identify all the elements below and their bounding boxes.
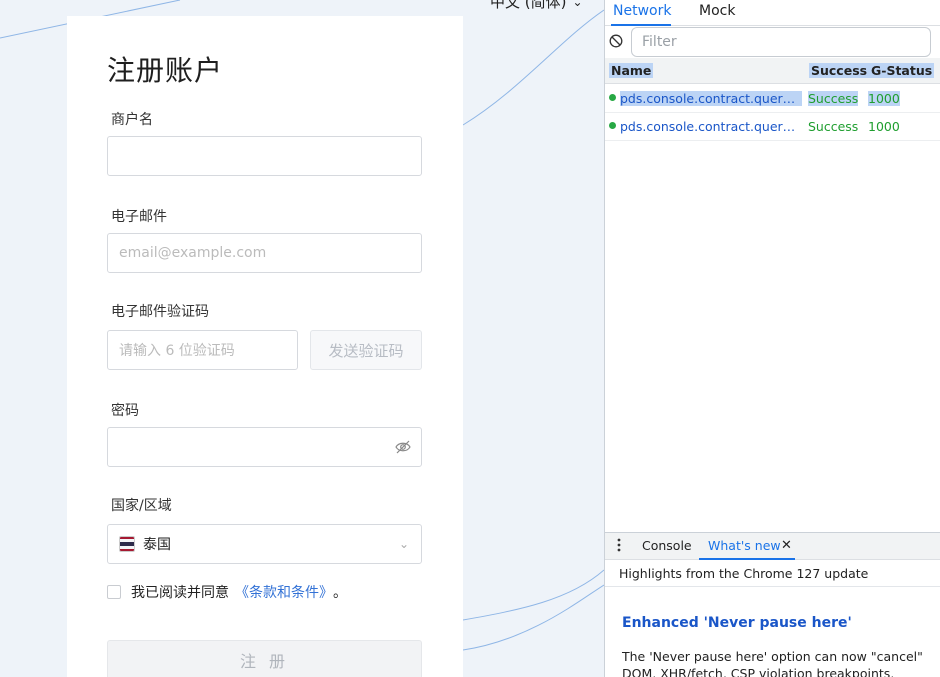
tab-console[interactable]: Console bbox=[642, 538, 692, 553]
request-success: Success bbox=[808, 91, 859, 106]
clear-block-icon[interactable] bbox=[609, 34, 623, 48]
send-code-button[interactable]: 发送验证码 bbox=[310, 330, 422, 370]
highlights-heading: Highlights from the Chrome 127 update bbox=[619, 566, 869, 581]
devtools-panel: Network Mock Filter Name Success G-Statu… bbox=[604, 0, 940, 677]
tab-mock[interactable]: Mock bbox=[699, 3, 735, 19]
active-tab-indicator bbox=[611, 24, 671, 26]
drawer-tabbar: Console What's new ✕ bbox=[605, 532, 940, 560]
email-label: 电子邮件 bbox=[111, 209, 167, 225]
password-label: 密码 bbox=[111, 403, 139, 419]
region-select[interactable]: 泰国 ⌄ bbox=[107, 524, 422, 564]
region-label: 国家/区域 bbox=[111, 498, 172, 514]
column-name[interactable]: Name bbox=[609, 63, 654, 78]
chevron-down-icon: ⌄ bbox=[572, 0, 583, 9]
table-row[interactable]: pds.console.contract.queryCa… Success 10… bbox=[605, 85, 940, 113]
agree-checkbox[interactable] bbox=[107, 585, 121, 599]
network-table-header: Name Success G-Status bbox=[605, 58, 940, 84]
language-label: 中文 (简体) bbox=[490, 0, 567, 11]
tab-network[interactable]: Network bbox=[613, 3, 671, 19]
divider bbox=[605, 586, 940, 587]
language-switcher[interactable]: 中文 (简体) ⌄ bbox=[490, 0, 583, 12]
status-dot-icon bbox=[609, 122, 616, 129]
request-g-status: 1000 bbox=[868, 119, 900, 134]
region-value: 泰国 bbox=[143, 537, 171, 553]
agree-suffix: 。 bbox=[333, 585, 347, 601]
register-button[interactable]: 注 册 bbox=[107, 640, 422, 677]
agree-text: 我已阅读并同意 bbox=[131, 585, 229, 601]
email-placeholder: email@example.com bbox=[119, 245, 267, 261]
merchant-name-label: 商户名 bbox=[111, 112, 153, 128]
terms-agreement: 我已阅读并同意 《条款和条件》 。 bbox=[107, 582, 347, 602]
page-title: 注册账户 bbox=[107, 54, 224, 87]
filter-bar: Filter bbox=[605, 27, 940, 59]
email-input[interactable]: email@example.com bbox=[107, 233, 422, 273]
filter-input[interactable]: Filter bbox=[631, 27, 931, 57]
terms-link[interactable]: 《条款和条件》 bbox=[235, 582, 333, 602]
request-g-status: 1000 bbox=[868, 91, 900, 106]
email-code-placeholder: 请输入 6 位验证码 bbox=[119, 343, 235, 359]
email-code-input[interactable]: 请输入 6 位验证码 bbox=[107, 330, 298, 370]
column-success[interactable]: Success bbox=[809, 63, 870, 78]
merchant-name-input[interactable] bbox=[107, 136, 422, 176]
devtools-tabbar: Network Mock bbox=[605, 0, 940, 26]
filter-placeholder: Filter bbox=[642, 34, 677, 50]
table-row[interactable]: pds.console.contract.queryCa… Success 10… bbox=[605, 113, 940, 141]
thailand-flag-icon bbox=[119, 536, 135, 552]
request-name[interactable]: pds.console.contract.queryCa… bbox=[620, 119, 802, 134]
request-name[interactable]: pds.console.contract.queryCa… bbox=[620, 91, 802, 106]
request-success: Success bbox=[808, 119, 859, 134]
active-tab-indicator bbox=[699, 558, 795, 560]
eye-off-icon[interactable] bbox=[395, 439, 411, 455]
feature-description: The 'Never pause here' option can now "c… bbox=[622, 649, 923, 677]
password-input[interactable] bbox=[107, 427, 422, 467]
chevron-down-icon: ⌄ bbox=[398, 537, 409, 551]
column-g-status[interactable]: G-Status bbox=[869, 63, 935, 78]
email-code-label: 电子邮件验证码 bbox=[111, 304, 209, 320]
close-icon[interactable]: ✕ bbox=[781, 538, 792, 553]
status-dot-icon bbox=[609, 94, 616, 101]
register-card: 注册账户 商户名 电子邮件 email@example.com 电子邮件验证码 … bbox=[67, 16, 463, 677]
feature-title[interactable]: Enhanced 'Never pause here' bbox=[622, 615, 852, 631]
more-options-icon[interactable] bbox=[617, 538, 621, 552]
tab-whats-new[interactable]: What's new bbox=[708, 538, 781, 553]
